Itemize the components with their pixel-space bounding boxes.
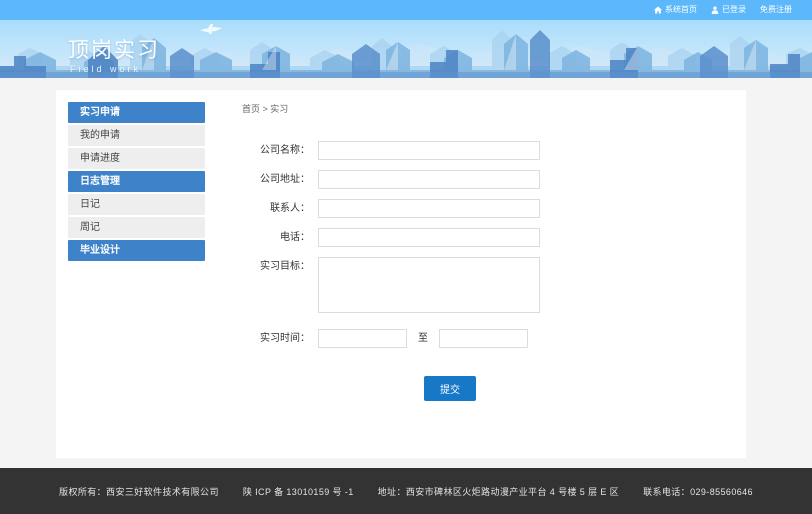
phone-input[interactable] [318, 228, 540, 247]
sidebar-menu: 实习申请 我的申请 申请进度 日志管理 日记 周记 毕业设计 [68, 102, 205, 263]
submit-row: 提交 [242, 376, 582, 401]
topnav-label-home: 系统首页 [665, 6, 697, 14]
label-phone: 电话： [242, 228, 318, 247]
topnav-item-home[interactable]: 系统首页 [654, 6, 697, 14]
form-row-company-name: 公司名称： [242, 141, 732, 160]
sidebar-item-internship-application[interactable]: 实习申请 [68, 102, 205, 123]
sidebar-label-log-management: 日志管理 [80, 176, 120, 187]
top-navigation-bar: 系统首页 已登录 免费注册 [0, 0, 812, 20]
label-company-address: 公司地址： [242, 170, 318, 189]
site-footer: 版权所有：西安三好软件技术有限公司 陕 ICP 备 13010159 号 -1 … [0, 468, 812, 514]
footer-icp: 陕 ICP 备 13010159 号 -1 [243, 485, 354, 498]
sidebar-item-diary[interactable]: 日记 [68, 194, 205, 215]
sidebar-item-weekly-report[interactable]: 周记 [68, 217, 205, 238]
internship-end-date-input[interactable] [439, 329, 528, 348]
topnav-label-login-status: 已登录 [722, 6, 746, 14]
topnav-item-register[interactable]: 免费注册 [760, 6, 792, 14]
content-area: 首页 > 实习 公司名称： 公司地址： 联系人： 电话： 实习目标： [242, 102, 732, 401]
user-icon [711, 6, 719, 14]
internship-start-date-input[interactable] [318, 329, 407, 348]
contact-input[interactable] [318, 199, 540, 218]
footer-phone: 联系电话：029-85560646 [643, 485, 753, 498]
breadcrumb: 首页 > 实习 [242, 102, 732, 115]
footer-content: 版权所有：西安三好软件技术有限公司 陕 ICP 备 13010159 号 -1 … [47, 485, 765, 498]
company-address-input[interactable] [318, 170, 540, 189]
sidebar-label-graduation-design: 毕业设计 [80, 245, 120, 256]
form-row-internship-target: 实习目标： [242, 257, 732, 313]
sidebar-label-my-application: 我的申请 [80, 130, 120, 141]
airplane-icon [200, 24, 222, 34]
footer-address: 地址：西安市碑林区火炬路动漫产业平台 4 号楼 5 层 E 区 [378, 485, 619, 498]
sidebar-label-diary: 日记 [80, 199, 100, 210]
internship-application-form: 公司名称： 公司地址： 联系人： 电话： 实习目标： 实习时间： [242, 141, 732, 401]
home-icon [654, 6, 662, 14]
sidebar-item-graduation-design[interactable]: 毕业设计 [68, 240, 205, 261]
label-company-name: 公司名称： [242, 141, 318, 160]
topnav-label-register: 免费注册 [760, 6, 792, 14]
form-row-company-address: 公司地址： [242, 170, 732, 189]
city-skyline-illustration [0, 20, 812, 78]
label-internship-time: 实习时间： [242, 329, 318, 348]
site-banner: 顶岗实习 Field work [0, 20, 812, 78]
sidebar-label-internship-application: 实习申请 [80, 107, 120, 118]
topnav-item-login-status[interactable]: 已登录 [711, 6, 746, 14]
sidebar-item-my-application[interactable]: 我的申请 [68, 125, 205, 146]
footer-copyright: 版权所有：西安三好软件技术有限公司 [59, 485, 219, 498]
internship-target-textarea[interactable] [318, 257, 540, 313]
sidebar-item-application-progress[interactable]: 申请进度 [68, 148, 205, 169]
label-contact: 联系人： [242, 199, 318, 218]
sidebar-item-log-management[interactable]: 日志管理 [68, 171, 205, 192]
form-row-internship-time: 实习时间： 至 [242, 329, 732, 348]
date-range-separator-label: 至 [418, 329, 428, 348]
main-content-panel: 实习申请 我的申请 申请进度 日志管理 日记 周记 毕业设计 首页 > 实习 公… [56, 90, 746, 458]
sidebar-label-weekly-report: 周记 [80, 222, 100, 233]
sidebar-label-application-progress: 申请进度 [80, 153, 120, 164]
submit-button[interactable]: 提交 [424, 376, 476, 401]
label-internship-target: 实习目标： [242, 257, 318, 276]
form-row-phone: 电话： [242, 228, 732, 247]
form-row-contact: 联系人： [242, 199, 732, 218]
company-name-input[interactable] [318, 141, 540, 160]
